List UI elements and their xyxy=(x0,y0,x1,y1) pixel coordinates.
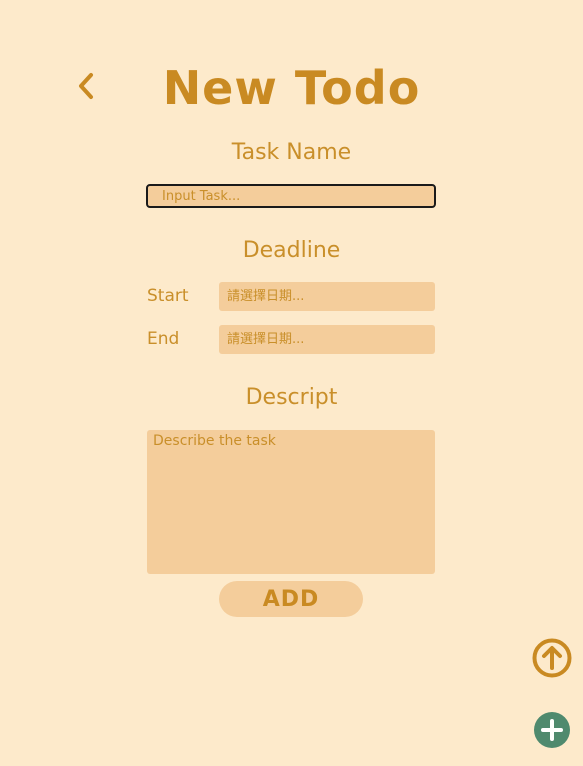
description-textarea[interactable] xyxy=(147,430,435,574)
deadline-label: Deadline xyxy=(242,238,341,263)
end-label: End xyxy=(147,329,180,349)
start-date-input[interactable] xyxy=(219,282,435,311)
plus-circle-icon xyxy=(534,712,570,748)
arrow-up-circle-icon xyxy=(532,638,572,678)
add-button[interactable]: ADD xyxy=(219,581,363,617)
start-label: Start xyxy=(147,286,189,306)
task-name-input[interactable] xyxy=(146,184,436,208)
descript-label: Descript xyxy=(245,385,338,410)
add-todo-button[interactable] xyxy=(534,712,570,748)
task-name-label: Task Name xyxy=(231,140,352,165)
page-title: New Todo xyxy=(162,61,421,115)
scroll-up-button[interactable] xyxy=(532,638,572,678)
end-date-input[interactable] xyxy=(219,325,435,354)
